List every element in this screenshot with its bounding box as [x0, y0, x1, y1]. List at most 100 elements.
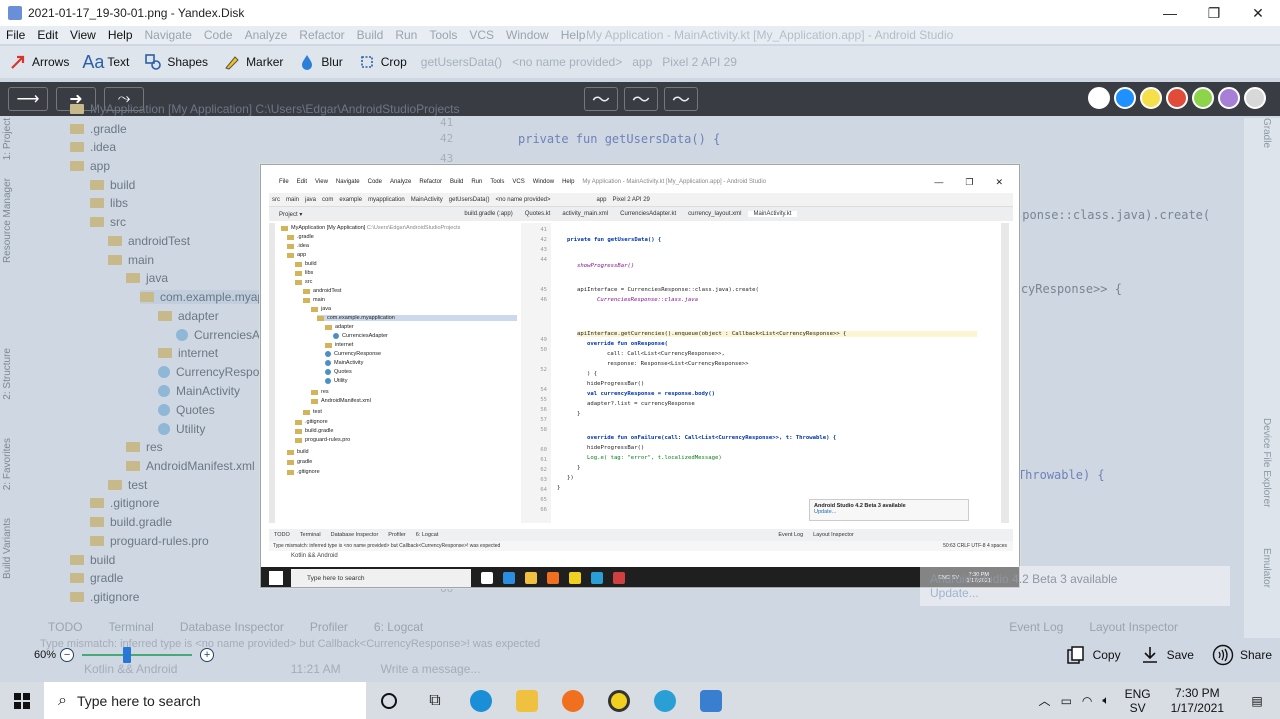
- embedded-screenshot: File Edit View Navigate Code Analyze Refactor B…: [260, 164, 1020, 588]
- embedded-status: Type mismatch: inferred type is <no name…: [269, 541, 1013, 551]
- share-button[interactable]: Share: [1212, 644, 1272, 666]
- file-explorer-button[interactable]: [504, 682, 550, 719]
- side-tab: 2: Favorites: [2, 438, 13, 491]
- shapes-tool[interactable]: Shapes: [143, 52, 208, 72]
- windows-logo-icon: [14, 692, 30, 709]
- color-swatch[interactable]: [1218, 87, 1240, 109]
- show-hidden-icons[interactable]: ︿: [1039, 692, 1051, 709]
- notification-center-icon[interactable]: ▤: [1239, 682, 1275, 719]
- language-indicator[interactable]: ENG SV: [1120, 687, 1156, 715]
- menu-file[interactable]: File: [0, 28, 31, 42]
- blur-tool[interactable]: Blur: [297, 52, 343, 72]
- tree-row: internet: [158, 346, 218, 360]
- system-tray: ︿ ▭ ◠ 🔈︎ ENG SV 7:30 PM 1/17/2021 ▤: [1034, 682, 1280, 719]
- arrow-style-straight[interactable]: ⟶: [8, 87, 48, 111]
- tree-row: .gitignore: [90, 496, 159, 510]
- ghost-menu-item: Build: [356, 28, 384, 42]
- tree-row: gradle: [70, 571, 123, 585]
- embedded-tree: MyApplication [My Application] C:\Users\…: [273, 223, 521, 533]
- volume-icon[interactable]: 🔈︎: [1102, 693, 1109, 708]
- cortana-icon: [381, 692, 397, 709]
- zoom-slider[interactable]: [82, 647, 193, 663]
- color-swatch[interactable]: [1166, 87, 1188, 109]
- tree-row: main: [108, 253, 154, 267]
- embedded-gutter: 41 42 43 44 45 46 49 50 52 54 55 56 57 5…: [521, 223, 551, 523]
- embedded-editor-tabs: Project ▾ build.gradle (:app) Quotes.kt …: [269, 207, 1013, 221]
- tool-label: Shapes: [167, 55, 209, 69]
- line-style-thick[interactable]: 〜: [664, 87, 698, 111]
- firefox-button[interactable]: [550, 682, 596, 719]
- tool-label: Crop: [380, 55, 407, 69]
- tree-row: androidTest: [108, 234, 190, 248]
- arrows-tool[interactable]: Arrows: [8, 52, 69, 72]
- task-view-icon: ⧉: [429, 691, 441, 709]
- ghost-no-name: <no name provided>: [512, 55, 623, 69]
- close-button[interactable]: ✕: [1236, 0, 1280, 26]
- taskbar-search[interactable]: ⌕ Type here to search: [44, 682, 366, 719]
- color-swatch[interactable]: [1088, 87, 1110, 109]
- ghost-menu-item: VCS: [469, 28, 495, 42]
- color-swatches: [1088, 87, 1266, 109]
- minimize-button[interactable]: —: [1148, 0, 1192, 26]
- ghost-menu-item: Analyze: [244, 28, 288, 42]
- color-swatch[interactable]: [1140, 87, 1162, 109]
- tree-row: MyApplication [My Application] C:\Users\…: [70, 102, 460, 116]
- text-icon: Aa: [82, 51, 105, 72]
- menu-view[interactable]: View: [64, 28, 102, 42]
- ghost-menu-item: Window: [506, 28, 549, 42]
- tree-row: MainActivity: [158, 384, 240, 398]
- color-swatch[interactable]: [1192, 87, 1214, 109]
- start-button[interactable]: [0, 682, 44, 719]
- blur-icon: [297, 52, 317, 72]
- embedded-code: private fun getUsersData() { showProgres…: [557, 223, 997, 523]
- telegram-button[interactable]: [642, 682, 688, 719]
- task-view-button[interactable]: ⧉: [412, 682, 458, 719]
- side-tab: 1: Project: [2, 118, 13, 161]
- ghost-menu-item: Refactor: [299, 28, 345, 42]
- menu-help[interactable]: Help: [102, 28, 139, 42]
- app-button[interactable]: [596, 682, 642, 719]
- side-tab: Build Variants: [2, 518, 13, 579]
- edge-button[interactable]: [458, 682, 504, 719]
- zoom-out-button[interactable]: −: [60, 648, 75, 662]
- window-controls: — ❐ ✕: [1148, 0, 1280, 26]
- telegram-icon: [654, 689, 676, 712]
- menu-edit[interactable]: Edit: [31, 28, 64, 42]
- color-swatch[interactable]: [1114, 87, 1136, 109]
- maximize-button[interactable]: ❐: [1192, 0, 1236, 26]
- ghost-menu-item: Code: [203, 28, 233, 42]
- share-label: Share: [1239, 648, 1272, 662]
- tree-row: build: [90, 178, 135, 192]
- save-label: Save: [1166, 648, 1194, 662]
- ghost-menu-item: Run: [395, 28, 418, 42]
- battery-icon[interactable]: ▭: [1061, 694, 1072, 708]
- marker-tool[interactable]: Marker: [222, 52, 283, 72]
- line-style-medium[interactable]: 〜: [624, 87, 658, 111]
- window-title-bar: 2021-01-17_19-30-01.png - Yandex.Disk — …: [0, 0, 1280, 26]
- right-tab: Device File Explorer: [1261, 418, 1272, 508]
- actions: Copy Save Share: [1047, 644, 1272, 666]
- text-tool[interactable]: Aa Text: [82, 51, 129, 72]
- embedded-bottom-tools: TODO Terminal Database Inspector Profiler 6:…: [269, 529, 1013, 541]
- snipping-tool-button[interactable]: [688, 682, 734, 719]
- search-placeholder: Type here to search: [76, 692, 201, 709]
- crop-tool[interactable]: Crop: [357, 52, 407, 72]
- tree-row: Quotes: [158, 403, 215, 417]
- shapes-icon: [143, 52, 163, 72]
- tree-row: src: [90, 215, 126, 229]
- embedded-notification: Android Studio 4.2 Beta 3 available Upda…: [809, 499, 969, 521]
- ghost-right-strip: Gradle Device File Explorer Emulator: [1244, 118, 1280, 638]
- color-swatch[interactable]: [1244, 87, 1266, 109]
- clock[interactable]: 7:30 PM 1/17/2021: [1166, 686, 1229, 716]
- ghost-notification: Android Studio 4.2 Beta 3 available Upda…: [920, 566, 1230, 606]
- copy-button[interactable]: Copy: [1065, 644, 1121, 666]
- save-icon: [1139, 644, 1161, 666]
- line-style-thin[interactable]: 〜: [584, 87, 618, 111]
- firefox-icon: [562, 689, 584, 712]
- zoom-in-button[interactable]: +: [200, 648, 215, 662]
- cortana-button[interactable]: [366, 682, 412, 719]
- side-tab: Resource Manager: [2, 178, 13, 264]
- save-button[interactable]: Save: [1139, 644, 1194, 666]
- zoom-slider-handle[interactable]: [122, 647, 131, 663]
- wifi-icon[interactable]: ◠: [1082, 694, 1092, 708]
